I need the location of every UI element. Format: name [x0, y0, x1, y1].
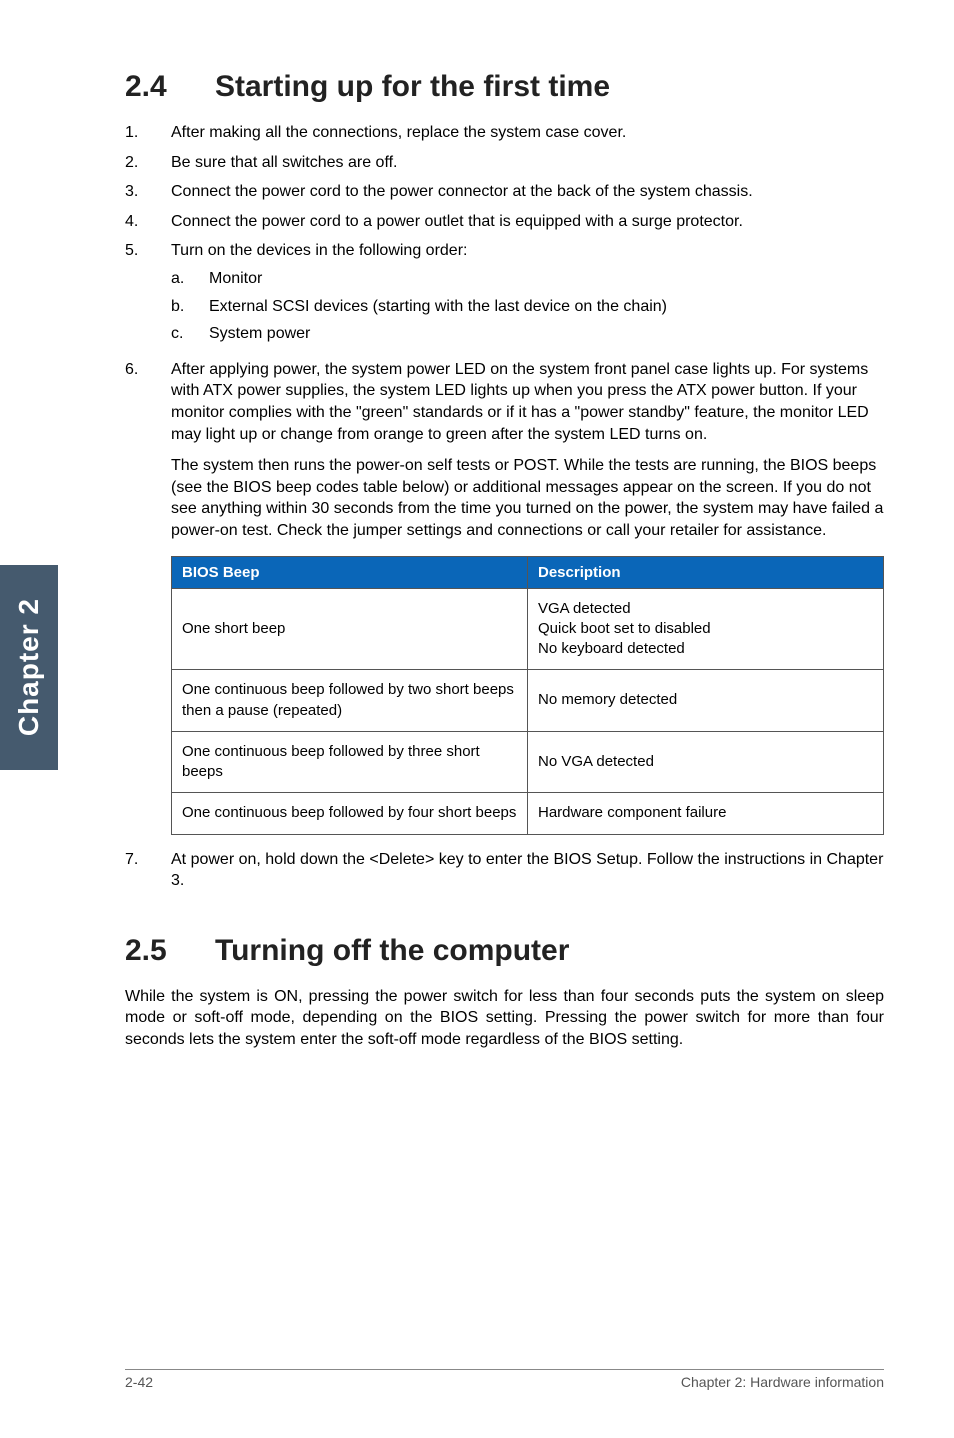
chapter-side-tab-label: Chapter 2	[13, 598, 45, 736]
section-2-4-heading: 2.4Starting up for the first time	[125, 70, 884, 104]
substep-text: System power	[209, 323, 884, 345]
table-row: One continuous beep followed by two shor…	[172, 670, 884, 732]
chapter-side-tab: Chapter 2	[0, 565, 58, 770]
list-item: 2. Be sure that all switches are off.	[125, 152, 884, 174]
list-item: c. System power	[171, 323, 884, 345]
step-text: At power on, hold down the <Delete> key …	[171, 849, 884, 892]
section-2-4-title: Starting up for the first time	[215, 70, 610, 103]
section-2-4-number: 2.4	[125, 70, 215, 104]
substep-letter: b.	[171, 296, 209, 318]
step-number: 2.	[125, 152, 171, 174]
step-number: 6.	[125, 359, 171, 542]
table-header-row: BIOS Beep Description	[172, 556, 884, 588]
list-item: 4. Connect the power cord to a power out…	[125, 211, 884, 233]
bios-beep-table: BIOS Beep Description One short beep VGA…	[171, 556, 884, 835]
substep-text: External SCSI devices (starting with the…	[209, 296, 884, 318]
footer-row: 2-42 Chapter 2: Hardware information	[125, 1374, 884, 1390]
cell-text: VGA detected Quick boot set to disabled …	[538, 600, 711, 658]
step-text: Connect the power cord to a power outlet…	[171, 211, 884, 233]
bios-beep-block: BIOS Beep Description One short beep VGA…	[125, 556, 884, 835]
list-item: b. External SCSI devices (starting with …	[171, 296, 884, 318]
substeps: a. Monitor b. External SCSI devices (sta…	[171, 268, 884, 345]
section-2-5-title: Turning off the computer	[215, 934, 569, 967]
table-row: One short beep VGA detected Quick boot s…	[172, 588, 884, 670]
step-number: 1.	[125, 122, 171, 144]
step-number: 5.	[125, 240, 171, 350]
table-row: One continuous beep followed by four sho…	[172, 793, 884, 834]
substep-letter: c.	[171, 323, 209, 345]
section-2-4-steps: 1. After making all the connections, rep…	[125, 122, 884, 542]
list-item: a. Monitor	[171, 268, 884, 290]
page-number: 2-42	[125, 1374, 153, 1390]
table-cell: One continuous beep followed by two shor…	[172, 670, 528, 732]
step-6-paragraph-2: The system then runs the power-on self t…	[171, 455, 884, 541]
table-cell: Hardware component failure	[528, 793, 884, 834]
list-item: 3. Connect the power cord to the power c…	[125, 181, 884, 203]
table-cell: No memory detected	[528, 670, 884, 732]
section-2-5-body: While the system is ON, pressing the pow…	[125, 986, 884, 1051]
step-number: 3.	[125, 181, 171, 203]
table-row: One continuous beep followed by three sh…	[172, 731, 884, 793]
step-text: After making all the connections, replac…	[171, 122, 884, 144]
section-2-5-number: 2.5	[125, 934, 215, 968]
step-body: After applying power, the system power L…	[171, 359, 884, 542]
step-text: After applying power, the system power L…	[171, 361, 869, 443]
step-text: Turn on the devices in the following ord…	[171, 242, 467, 259]
substep-letter: a.	[171, 268, 209, 290]
section-2-5: 2.5Turning off the computer While the sy…	[125, 934, 884, 1051]
section-2-4-step-7: 7. At power on, hold down the <Delete> k…	[125, 849, 884, 892]
step-text: Be sure that all switches are off.	[171, 152, 884, 174]
table-header-description: Description	[528, 556, 884, 588]
step-number: 4.	[125, 211, 171, 233]
list-item: 7. At power on, hold down the <Delete> k…	[125, 849, 884, 892]
table-cell: One continuous beep followed by three sh…	[172, 731, 528, 793]
list-item: 6. After applying power, the system powe…	[125, 359, 884, 542]
substep-text: Monitor	[209, 268, 884, 290]
table-cell: VGA detected Quick boot set to disabled …	[528, 588, 884, 670]
footer-chapter-label: Chapter 2: Hardware information	[681, 1374, 884, 1390]
table-cell: No VGA detected	[528, 731, 884, 793]
list-item: 5. Turn on the devices in the following …	[125, 240, 884, 350]
list-item: 1. After making all the connections, rep…	[125, 122, 884, 144]
section-2-5-heading: 2.5Turning off the computer	[125, 934, 884, 968]
page: Chapter 2 2.4Starting up for the first t…	[0, 0, 954, 1438]
footer-divider	[125, 1369, 884, 1370]
step-text: Connect the power cord to the power conn…	[171, 181, 884, 203]
table-header-bios-beep: BIOS Beep	[172, 556, 528, 588]
table-cell: One short beep	[172, 588, 528, 670]
step-number: 7.	[125, 849, 171, 892]
page-footer: 2-42 Chapter 2: Hardware information	[0, 1369, 954, 1390]
table-cell: One continuous beep followed by four sho…	[172, 793, 528, 834]
step-body: Turn on the devices in the following ord…	[171, 240, 884, 350]
